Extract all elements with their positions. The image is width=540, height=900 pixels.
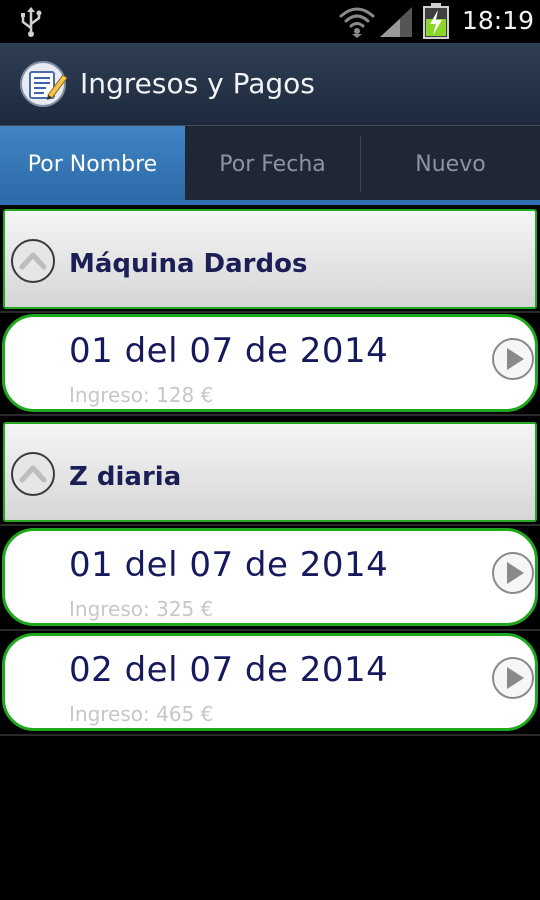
play-icon[interactable]	[491, 337, 535, 381]
action-bar: Ingresos y Pagos	[0, 43, 540, 126]
entry-date: 01 del 07 de 2014	[69, 331, 389, 371]
app-notebook-icon[interactable]	[18, 59, 70, 109]
tab-por-nombre[interactable]: Por Nombre	[0, 126, 185, 201]
status-bar: 18:19	[0, 0, 540, 43]
divider	[0, 629, 540, 631]
tab-indicator	[0, 200, 540, 205]
collapse-arrow-icon[interactable]	[11, 452, 55, 496]
tab-por-fecha[interactable]: Por Fecha	[185, 126, 360, 201]
wifi-icon	[339, 7, 375, 38]
collapse-arrow-icon[interactable]	[11, 239, 55, 283]
page-title: Ingresos y Pagos	[80, 67, 315, 100]
battery-charging-icon	[423, 3, 449, 39]
tab-nuevo[interactable]: Nuevo	[361, 126, 540, 201]
group-title: Z diaria	[69, 462, 182, 492]
tab-bar: Por Nombre Por Fecha Nuevo	[0, 126, 540, 201]
list-item[interactable]: 02 del 07 de 2014 Ingreso: 465 €	[2, 633, 538, 731]
entry-amount: Ingreso: 128 €	[69, 383, 214, 407]
divider	[0, 734, 540, 736]
entry-amount: Ingreso: 325 €	[69, 597, 214, 621]
play-icon[interactable]	[491, 551, 535, 595]
group-header[interactable]: Z diaria	[3, 422, 537, 522]
divider	[0, 414, 540, 416]
status-time: 18:19	[461, 6, 534, 35]
list-item[interactable]: 01 del 07 de 2014 Ingreso: 128 €	[2, 314, 538, 412]
entry-date: 01 del 07 de 2014	[69, 545, 389, 585]
signal-icon	[380, 7, 412, 37]
divider	[0, 311, 540, 313]
entry-date: 02 del 07 de 2014	[69, 650, 389, 690]
play-icon[interactable]	[491, 656, 535, 700]
list-item[interactable]: 01 del 07 de 2014 Ingreso: 325 €	[2, 528, 538, 626]
usb-icon	[21, 7, 42, 37]
group-title: Máquina Dardos	[69, 249, 308, 279]
group-header[interactable]: Máquina Dardos	[3, 209, 537, 309]
entry-amount: Ingreso: 465 €	[69, 702, 214, 726]
divider	[0, 524, 540, 526]
